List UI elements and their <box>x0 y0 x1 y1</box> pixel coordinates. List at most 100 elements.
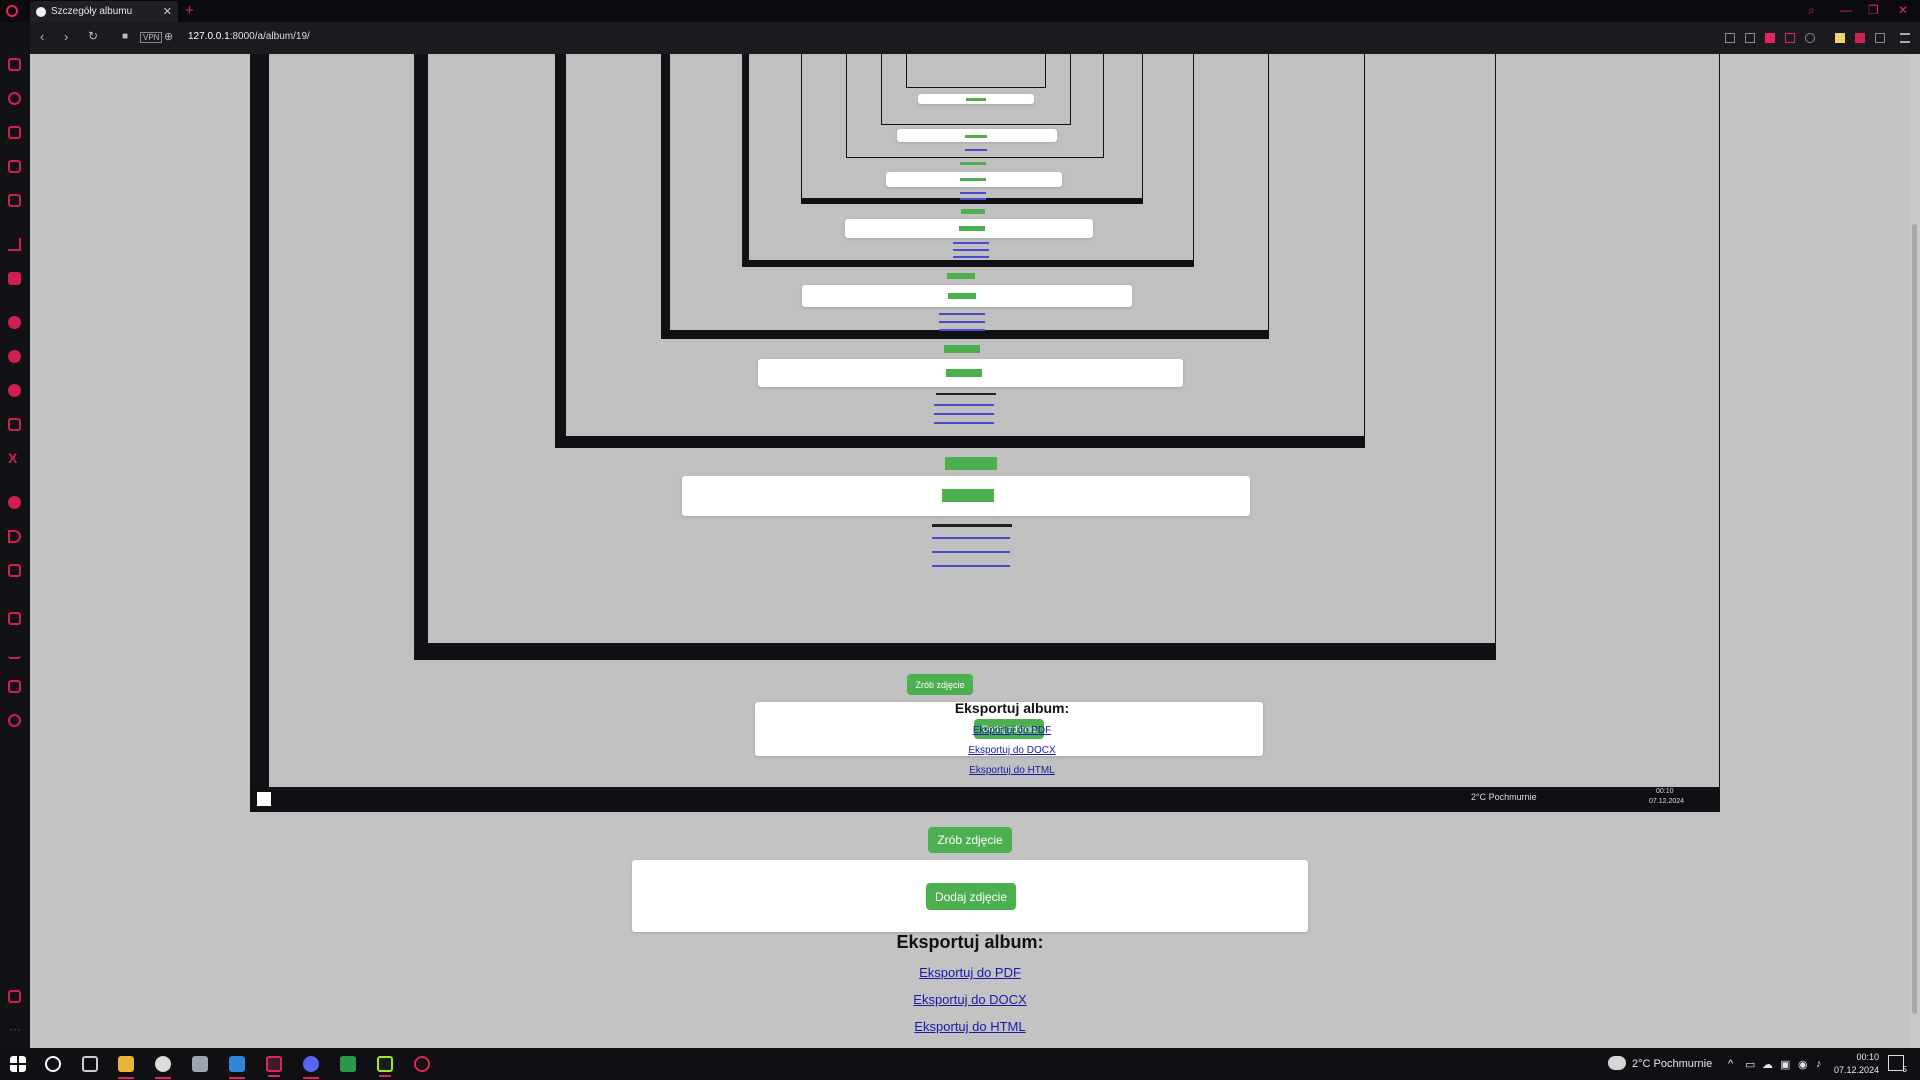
embedded-screenshot-8 <box>881 54 1071 125</box>
discord-icon[interactable] <box>303 1056 319 1079</box>
sidebar-bag-icon[interactable] <box>8 126 21 139</box>
sidebar-twitch-icon[interactable] <box>8 160 21 173</box>
embedded-screenshot-4 <box>661 54 1269 339</box>
embedded-time: 00:10 <box>1656 788 1674 795</box>
sidebar-messenger-icon[interactable] <box>8 316 21 329</box>
sidebar-extensions-icon[interactable] <box>8 680 21 693</box>
address-bar: ‹ › ↻ ■ VPN ⊕ 127.0.0.1:8000/a/album/19/ <box>30 22 1920 54</box>
sidebar-speed-dial-icon[interactable] <box>8 92 21 105</box>
embedded-sidebar <box>251 54 269 811</box>
embedded-screenshot-6 <box>801 54 1143 204</box>
taskbar-clock[interactable]: 00:10 07.12.2024 <box>1834 1051 1879 1077</box>
screen-recorder-icon[interactable] <box>414 1056 430 1072</box>
favorites-icon[interactable] <box>1805 33 1815 43</box>
taskbar-weather[interactable]: 2°C Pochmurnie <box>1632 1058 1712 1070</box>
embedded-date: 07.12.2024 <box>1649 798 1685 805</box>
notification-center-icon[interactable]: 5 <box>1888 1055 1907 1074</box>
sidebar-app-icon[interactable] <box>8 272 21 285</box>
tray-network-icon[interactable]: ▭ <box>1745 1058 1755 1071</box>
sidebar-telegram-icon[interactable] <box>8 384 21 397</box>
browser-tab[interactable]: Szczegóły albumu ✕ <box>30 1 178 22</box>
sidebar-settings-icon[interactable] <box>8 714 21 727</box>
minimize-icon[interactable]: — <box>1840 3 1852 17</box>
scrollbar-thumb[interactable] <box>1912 224 1917 1014</box>
embedded-screenshot-3 <box>555 54 1365 448</box>
extension-red-icon[interactable] <box>1855 33 1865 43</box>
embedded-screenshot-9 <box>906 54 1046 88</box>
notification-count: 5 <box>1902 1065 1907 1074</box>
url-field[interactable]: 127.0.0.1:8000/a/album/19/ <box>188 31 310 42</box>
tray-chevron-icon[interactable]: ^ <box>1728 1058 1733 1070</box>
reload-icon[interactable]: ↻ <box>88 29 98 43</box>
forward-icon[interactable]: › <box>64 29 68 44</box>
search-icon[interactable] <box>45 1056 61 1072</box>
calculator-icon[interactable] <box>229 1056 245 1079</box>
flow-icon[interactable] <box>1785 33 1795 43</box>
start-icon[interactable] <box>10 1056 26 1072</box>
file-explorer-icon[interactable] <box>118 1056 134 1079</box>
embedded-export-docx: Eksportuj do DOCX <box>968 745 1056 756</box>
close-window-icon[interactable]: ✕ <box>1898 3 1908 17</box>
task-view-icon[interactable] <box>82 1056 98 1072</box>
sidebar-news-icon[interactable] <box>8 564 21 577</box>
browser-sidebar: X ··· <box>0 22 30 1048</box>
embedded-screenshot-5 <box>742 54 1194 267</box>
pycharm-icon[interactable] <box>377 1056 393 1077</box>
tab-close-icon[interactable]: ✕ <box>163 5 172 18</box>
export-title: Eksportuj album: <box>896 932 1044 952</box>
sidebar-more-icon[interactable]: ··· <box>9 1022 21 1036</box>
photo-upload-box: Dodaj zdjęcie <box>632 860 1308 932</box>
vpn-badge[interactable]: VPN <box>140 32 163 43</box>
sidebar-whatsapp-icon[interactable] <box>8 350 21 363</box>
add-photo-button[interactable]: Dodaj zdjęcie <box>926 883 1016 910</box>
export-docx-link[interactable]: Eksportuj do DOCX <box>800 992 1140 1007</box>
tray-wifi-icon[interactable]: ◉ <box>1798 1058 1808 1071</box>
sidebar-aria-icon[interactable] <box>8 58 21 71</box>
camera-icon[interactable]: ■ <box>122 31 128 42</box>
site-info-icon[interactable]: ⊕ <box>164 30 173 43</box>
page-content: 2°C Pochmurnie 00:10 07.12.2024 Zrób zdj… <box>30 54 1920 1048</box>
settings-gear-icon[interactable] <box>155 1056 171 1079</box>
search-tabs-icon[interactable]: ⌕ <box>1808 3 1815 18</box>
extensions-cube-icon[interactable] <box>1875 33 1885 43</box>
taskbar-date: 07.12.2024 <box>1834 1065 1880 1075</box>
sidebar-wallet-icon[interactable] <box>8 194 21 207</box>
opera-taskbar-icon[interactable] <box>266 1056 282 1077</box>
opera-logo-icon[interactable] <box>6 5 18 17</box>
browser-tab-bar: Szczegóły albumu ✕ + ⌕ — ❐ ✕ <box>0 0 1920 22</box>
take-photo-button[interactable]: Zrób zdjęcie <box>928 827 1012 853</box>
tray-volume-icon[interactable]: ♪ <box>1816 1058 1822 1070</box>
weather-cloud-icon[interactable] <box>1608 1056 1626 1070</box>
back-icon[interactable]: ‹ <box>40 29 44 44</box>
embedded-taskbar: 2°C Pochmurnie 00:10 07.12.2024 <box>251 787 1719 811</box>
url-path: :8000/a/album/19/ <box>229 31 310 42</box>
export-pdf-link[interactable]: Eksportuj do PDF <box>800 965 1140 980</box>
sidebar-downloads-icon[interactable] <box>8 646 21 659</box>
restore-icon[interactable]: ❐ <box>1868 3 1879 17</box>
app-icon[interactable] <box>192 1056 208 1072</box>
app-green-icon[interactable] <box>340 1056 356 1072</box>
share-icon[interactable] <box>1725 33 1735 43</box>
embedded-export-html: Eksportuj do HTML <box>969 765 1055 776</box>
export-html-link[interactable]: Eksportuj do HTML <box>800 1019 1140 1034</box>
snapshot-icon[interactable] <box>1745 33 1755 43</box>
tray-display-icon[interactable]: ▣ <box>1780 1058 1790 1071</box>
windows-taskbar: 2°C Pochmurnie ^ ▭ ☁ ▣ ◉ ♪ 00:10 07.12.2… <box>0 1048 1920 1080</box>
menu-icon[interactable] <box>1900 33 1910 43</box>
new-tab-button[interactable]: + <box>185 2 194 19</box>
sidebar-instagram-icon[interactable] <box>8 418 21 431</box>
embedded-take-photo-button: Zrób zdjęcie <box>907 674 973 695</box>
sidebar-player-icon[interactable] <box>8 530 21 543</box>
tab-favicon-icon <box>36 6 46 17</box>
sidebar-music-icon[interactable] <box>8 496 21 509</box>
sidebar-x-icon[interactable]: X <box>8 451 21 465</box>
sidebar-tabs-icon[interactable] <box>8 612 21 625</box>
sidebar-layout-icon[interactable] <box>8 990 21 1003</box>
embedded-weather: 2°C Pochmurnie <box>1471 792 1537 802</box>
extension-icon[interactable] <box>1835 33 1845 43</box>
tray-cloud-icon[interactable]: ☁ <box>1762 1058 1773 1071</box>
url-host: 127.0.0.1 <box>188 31 230 42</box>
embedded-export-title: Eksportuj album: <box>954 700 1070 716</box>
adblock-icon[interactable] <box>1765 33 1775 43</box>
sidebar-aria-a-icon[interactable] <box>8 238 21 251</box>
